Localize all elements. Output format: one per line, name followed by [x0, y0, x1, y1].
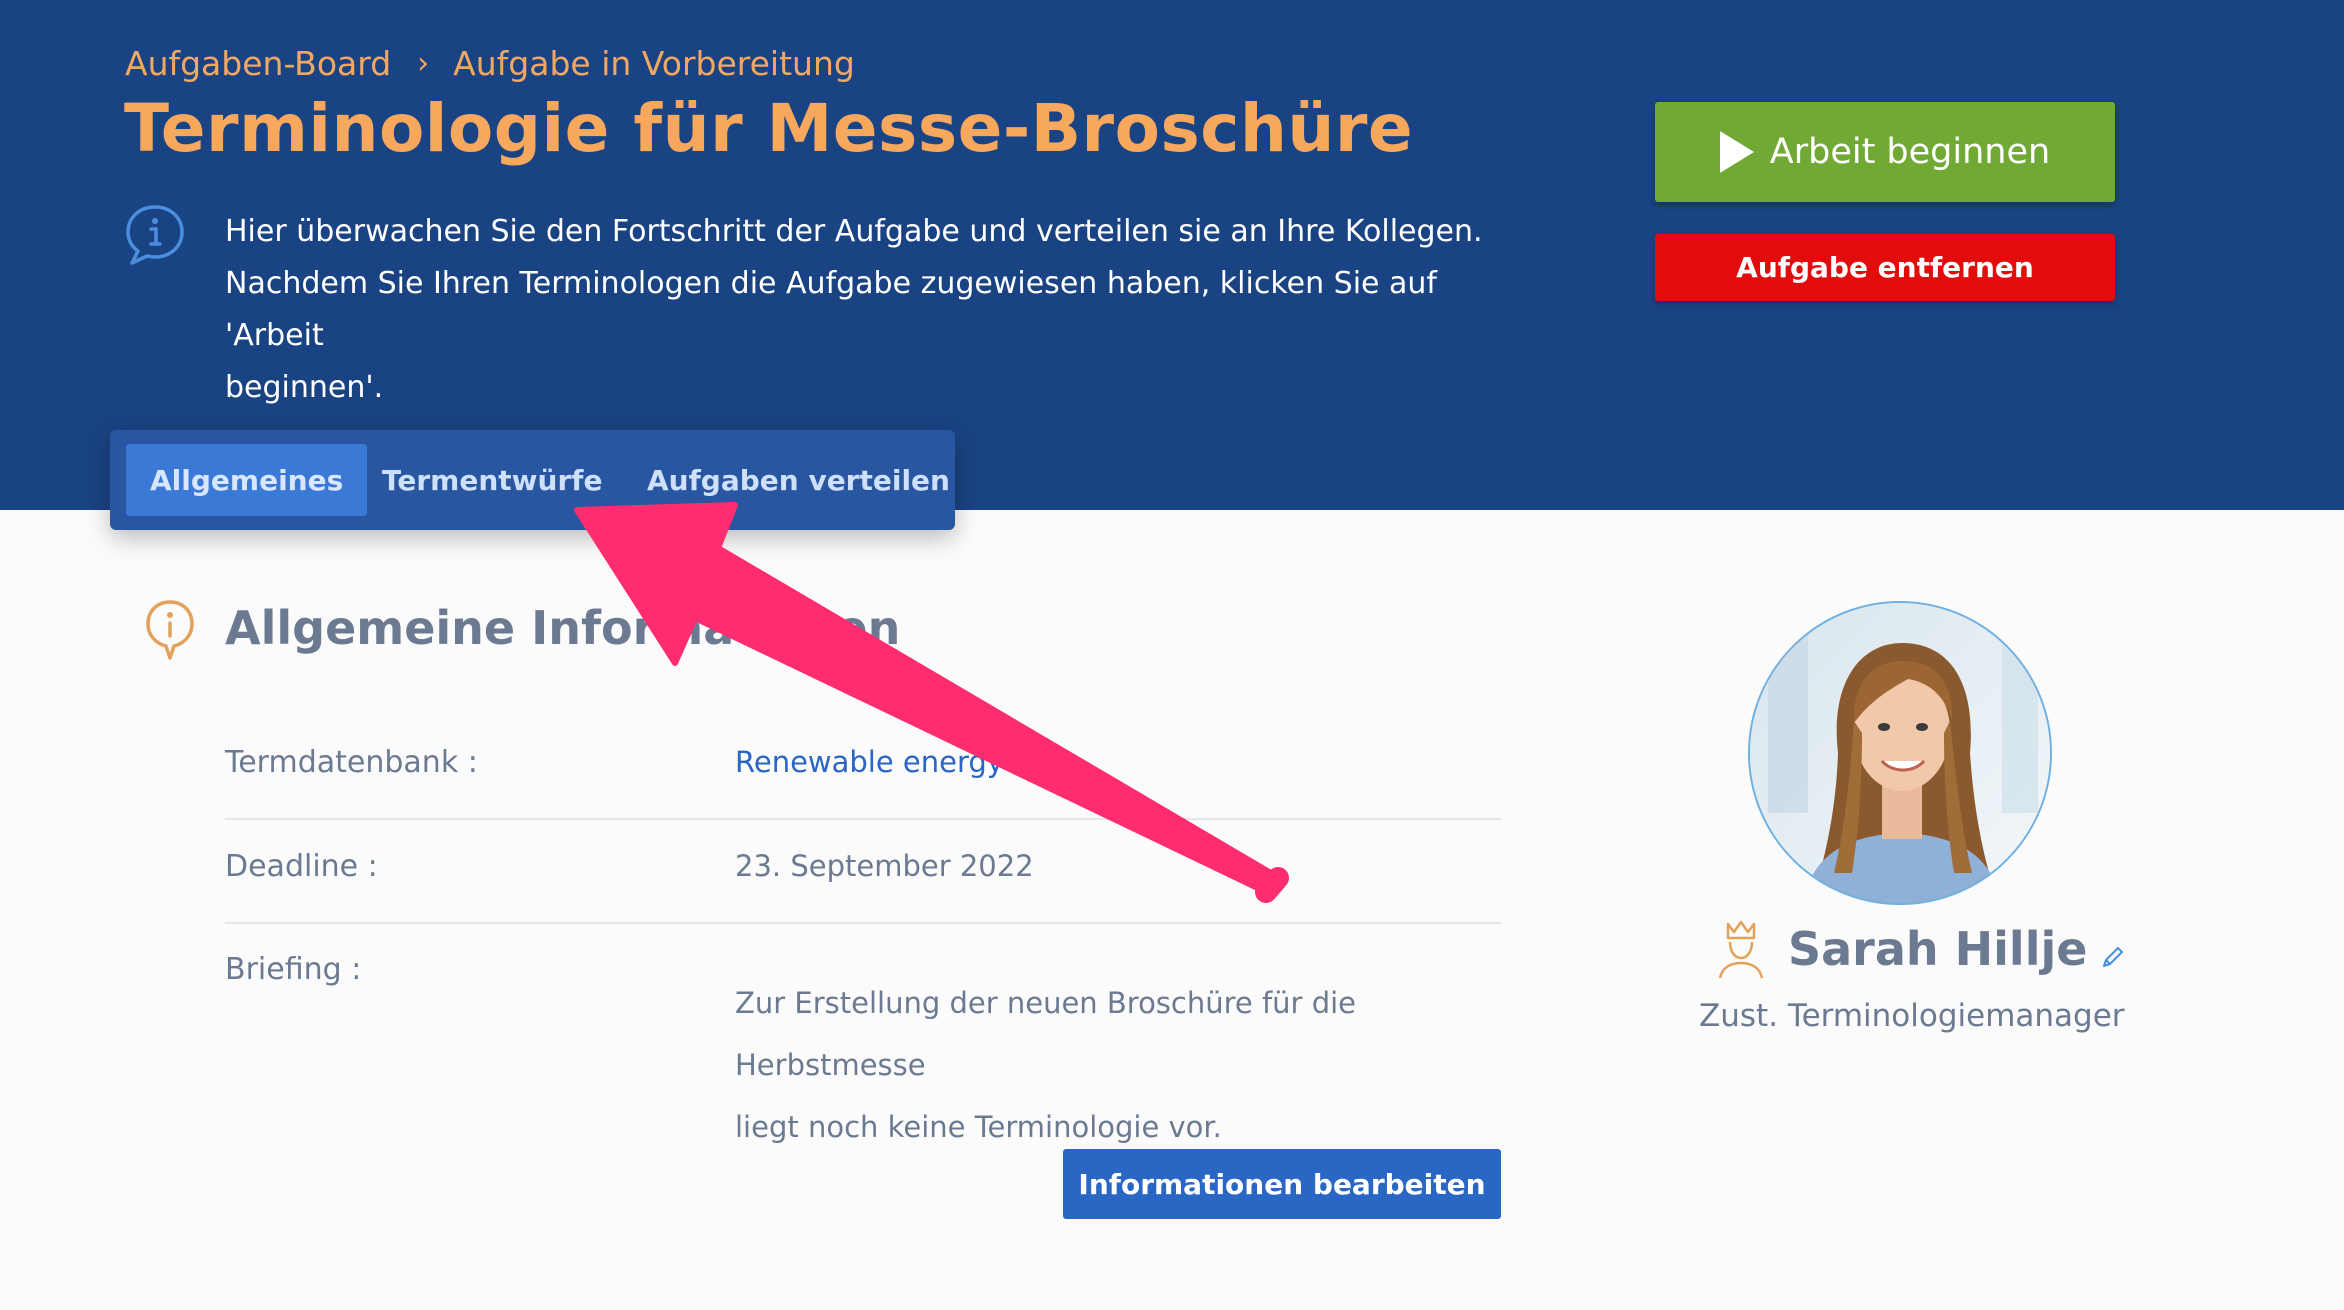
field-label: Termdatenbank :: [225, 745, 478, 780]
tab-aufgaben-verteilen[interactable]: Aufgaben verteilen: [647, 444, 950, 516]
info-pin-icon: [146, 600, 194, 660]
crown-user-icon: [1718, 920, 1764, 979]
field-label: Deadline :: [225, 849, 378, 884]
intro-line: Nachdem Sie Ihren Terminologen die Aufga…: [225, 266, 1437, 353]
pencil-icon[interactable]: [2101, 945, 2125, 969]
avatar-portrait: [1750, 603, 2050, 903]
divider: [225, 922, 1501, 924]
edit-info-label: Informationen bearbeiten: [1078, 1167, 1486, 1201]
tab-bar: Allgemeines Termentwürfe Aufgaben vertei…: [110, 430, 955, 530]
play-icon: [1719, 131, 1754, 173]
termdb-link[interactable]: Renewable energy: [735, 745, 1004, 779]
intro-text: Hier überwachen Sie den Fortschritt der …: [225, 206, 1525, 414]
person-role: Zust. Terminologiemanager: [1699, 998, 2125, 1034]
tab-allgemeines[interactable]: Allgemeines: [126, 444, 368, 516]
avatar: [1748, 601, 2052, 905]
intro-line: beginnen'.: [225, 370, 384, 405]
tab-termentwuerfe[interactable]: Termentwürfe: [382, 444, 602, 516]
field-label: Briefing :: [225, 952, 362, 987]
page-title: Terminologie für Messe-Broschüre: [124, 90, 1414, 167]
intro-line: Hier überwachen Sie den Fortschritt der …: [225, 214, 1483, 249]
section-title: Allgemeine Informationen: [225, 601, 901, 655]
remove-task-button[interactable]: Aufgabe entfernen: [1655, 234, 2115, 301]
breadcrumb-item-board[interactable]: Aufgaben-Board: [125, 44, 391, 83]
briefing-line: Zur Erstellung der neuen Broschüre für d…: [735, 986, 1357, 1082]
chat-info-icon: [126, 205, 184, 265]
divider: [225, 818, 1501, 820]
remove-task-label: Aufgabe entfernen: [1736, 251, 2034, 284]
deadline-value: 23. September 2022: [735, 849, 1034, 883]
breadcrumb-item-current: Aufgabe in Vorbereitung: [453, 44, 855, 83]
edit-info-button[interactable]: Informationen bearbeiten: [1063, 1149, 1501, 1219]
person-name: Sarah Hillje: [1788, 922, 2088, 976]
breadcrumb: Aufgaben-Board › Aufgabe in Vorbereitung: [125, 44, 855, 83]
start-work-button[interactable]: Arbeit beginnen: [1655, 102, 2115, 202]
chevron-right-icon: ›: [417, 46, 430, 81]
person-name-row: Sarah Hillje: [1716, 914, 2125, 984]
briefing-text: Zur Erstellung der neuen Broschüre für d…: [735, 972, 1495, 1158]
start-work-label: Arbeit beginnen: [1769, 132, 2051, 172]
